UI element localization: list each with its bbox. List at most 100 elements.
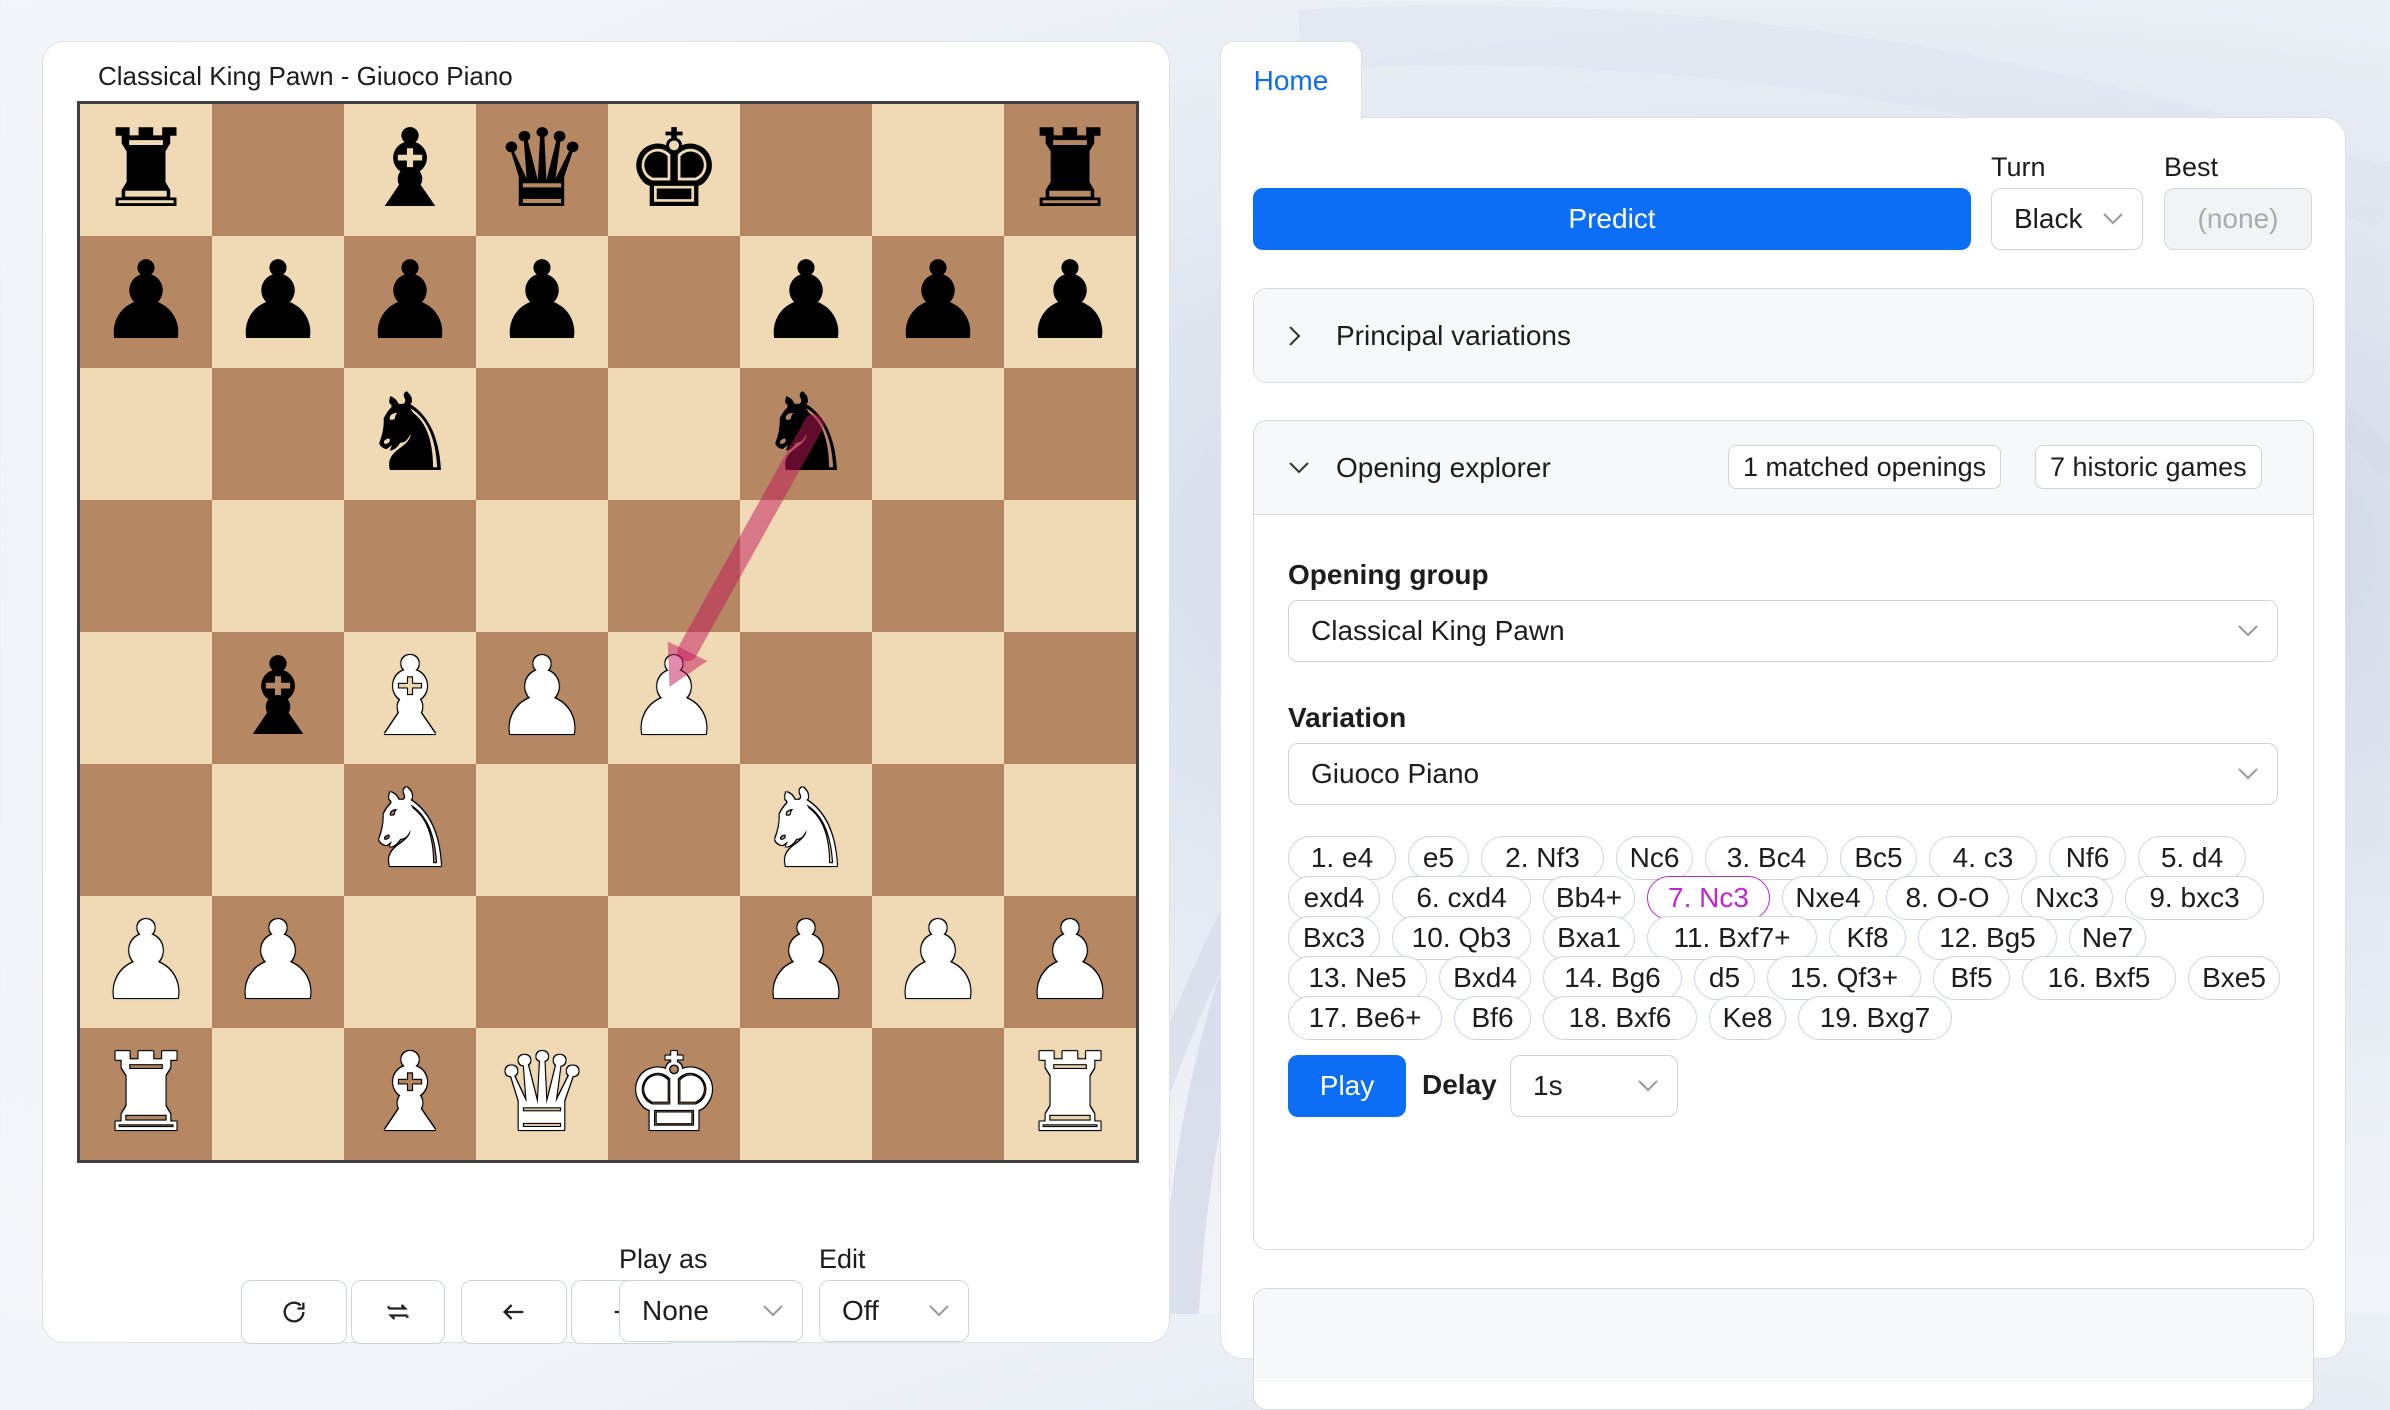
square-f4[interactable] xyxy=(740,632,872,764)
white-piece[interactable]: ♟ xyxy=(890,908,987,1016)
move-chip[interactable]: Nxc3 xyxy=(2021,876,2113,920)
square-g7[interactable]: ♟ xyxy=(872,236,1004,368)
black-piece[interactable]: ♜ xyxy=(1022,116,1119,224)
move-chip[interactable]: 7. Nc3 xyxy=(1647,876,1770,920)
square-a1[interactable]: ♜ xyxy=(80,1028,212,1160)
square-b3[interactable] xyxy=(212,764,344,896)
square-a7[interactable]: ♟ xyxy=(80,236,212,368)
move-chip[interactable]: d5 xyxy=(1694,956,1755,1000)
move-chip[interactable]: 16. Bxf5 xyxy=(2022,956,2176,1000)
square-e2[interactable] xyxy=(608,896,740,1028)
black-piece[interactable]: ♟ xyxy=(890,248,987,356)
square-f1[interactable] xyxy=(740,1028,872,1160)
white-piece[interactable]: ♟ xyxy=(230,908,327,1016)
move-chip[interactable]: 6. cxd4 xyxy=(1392,876,1531,920)
white-piece[interactable]: ♝ xyxy=(362,1040,459,1148)
variation-select[interactable]: Giuoco Piano xyxy=(1288,743,2278,805)
move-chip[interactable]: 18. Bxf6 xyxy=(1543,996,1697,1040)
move-chip[interactable]: e5 xyxy=(1408,836,1469,880)
square-b2[interactable]: ♟ xyxy=(212,896,344,1028)
black-piece[interactable]: ♞ xyxy=(758,380,855,488)
play-button[interactable]: Play xyxy=(1288,1055,1406,1117)
white-piece[interactable]: ♟ xyxy=(98,908,195,1016)
flip-board-button[interactable] xyxy=(351,1280,445,1344)
black-piece[interactable]: ♟ xyxy=(230,248,327,356)
move-chip[interactable]: exd4 xyxy=(1288,876,1380,920)
move-chip[interactable]: 12. Bg5 xyxy=(1918,916,2057,960)
square-f8[interactable] xyxy=(740,104,872,236)
square-c1[interactable]: ♝ xyxy=(344,1028,476,1160)
square-c6[interactable]: ♞ xyxy=(344,368,476,500)
move-chip[interactable]: Ne7 xyxy=(2069,916,2146,960)
move-chip[interactable]: 9. bxc3 xyxy=(2125,876,2264,920)
black-piece[interactable]: ♟ xyxy=(1022,248,1119,356)
move-chip[interactable]: 11. Bxf7+ xyxy=(1647,916,1817,960)
square-h3[interactable] xyxy=(1004,764,1136,896)
move-chip[interactable]: Bxe5 xyxy=(2188,956,2280,1000)
square-b5[interactable] xyxy=(212,500,344,632)
reset-button[interactable] xyxy=(241,1280,347,1344)
square-d4[interactable]: ♟ xyxy=(476,632,608,764)
white-piece[interactable]: ♜ xyxy=(1022,1040,1119,1148)
previous-move-button[interactable] xyxy=(461,1280,567,1344)
move-chip[interactable]: 10. Qb3 xyxy=(1392,916,1531,960)
square-h7[interactable]: ♟ xyxy=(1004,236,1136,368)
square-d1[interactable]: ♛ xyxy=(476,1028,608,1160)
move-chip[interactable]: 14. Bg6 xyxy=(1543,956,1682,1000)
square-g1[interactable] xyxy=(872,1028,1004,1160)
square-a4[interactable] xyxy=(80,632,212,764)
square-f2[interactable]: ♟ xyxy=(740,896,872,1028)
square-f7[interactable]: ♟ xyxy=(740,236,872,368)
black-piece[interactable]: ♟ xyxy=(494,248,591,356)
square-a3[interactable] xyxy=(80,764,212,896)
square-b8[interactable] xyxy=(212,104,344,236)
square-e8[interactable]: ♚ xyxy=(608,104,740,236)
square-c8[interactable]: ♝ xyxy=(344,104,476,236)
square-b4[interactable]: ♝ xyxy=(212,632,344,764)
move-chip[interactable]: Nc6 xyxy=(1616,836,1693,880)
square-c4[interactable]: ♝ xyxy=(344,632,476,764)
white-piece[interactable]: ♞ xyxy=(758,776,855,884)
move-chip[interactable]: 15. Qf3+ xyxy=(1767,956,1921,1000)
white-piece[interactable]: ♚ xyxy=(626,1040,723,1148)
square-a2[interactable]: ♟ xyxy=(80,896,212,1028)
square-e1[interactable]: ♚ xyxy=(608,1028,740,1160)
move-chip[interactable]: 19. Bxg7 xyxy=(1798,996,1952,1040)
square-a6[interactable] xyxy=(80,368,212,500)
square-g3[interactable] xyxy=(872,764,1004,896)
square-e7[interactable] xyxy=(608,236,740,368)
move-chip[interactable]: Bc5 xyxy=(1840,836,1917,880)
move-chip[interactable]: Ke8 xyxy=(1709,996,1786,1040)
white-piece[interactable]: ♟ xyxy=(758,908,855,1016)
square-d6[interactable] xyxy=(476,368,608,500)
white-piece[interactable]: ♟ xyxy=(626,644,723,752)
square-g2[interactable]: ♟ xyxy=(872,896,1004,1028)
black-piece[interactable]: ♟ xyxy=(362,248,459,356)
square-h6[interactable] xyxy=(1004,368,1136,500)
move-chip[interactable]: 3. Bc4 xyxy=(1705,836,1828,880)
black-piece[interactable]: ♞ xyxy=(362,380,459,488)
square-h2[interactable]: ♟ xyxy=(1004,896,1136,1028)
black-piece[interactable]: ♝ xyxy=(230,644,327,752)
edit-select[interactable]: Off xyxy=(819,1280,969,1342)
principal-variations-header[interactable]: Principal variations xyxy=(1254,289,2313,382)
move-chip[interactable]: Bf6 xyxy=(1454,996,1531,1040)
square-a8[interactable]: ♜ xyxy=(80,104,212,236)
square-b6[interactable] xyxy=(212,368,344,500)
move-chip[interactable]: Bxa1 xyxy=(1543,916,1635,960)
move-chip[interactable]: Bb4+ xyxy=(1543,876,1635,920)
white-piece[interactable]: ♞ xyxy=(362,776,459,884)
white-piece[interactable]: ♝ xyxy=(362,644,459,752)
square-g6[interactable] xyxy=(872,368,1004,500)
white-piece[interactable]: ♟ xyxy=(1022,908,1119,1016)
black-piece[interactable]: ♜ xyxy=(98,116,195,224)
square-f6[interactable]: ♞ xyxy=(740,368,872,500)
square-d3[interactable] xyxy=(476,764,608,896)
move-chip[interactable]: 8. O-O xyxy=(1886,876,2009,920)
square-h8[interactable]: ♜ xyxy=(1004,104,1136,236)
square-b7[interactable]: ♟ xyxy=(212,236,344,368)
move-chip[interactable]: 17. Be6+ xyxy=(1288,996,1442,1040)
move-chip[interactable]: Bf5 xyxy=(1933,956,2010,1000)
square-c2[interactable] xyxy=(344,896,476,1028)
square-e3[interactable] xyxy=(608,764,740,896)
